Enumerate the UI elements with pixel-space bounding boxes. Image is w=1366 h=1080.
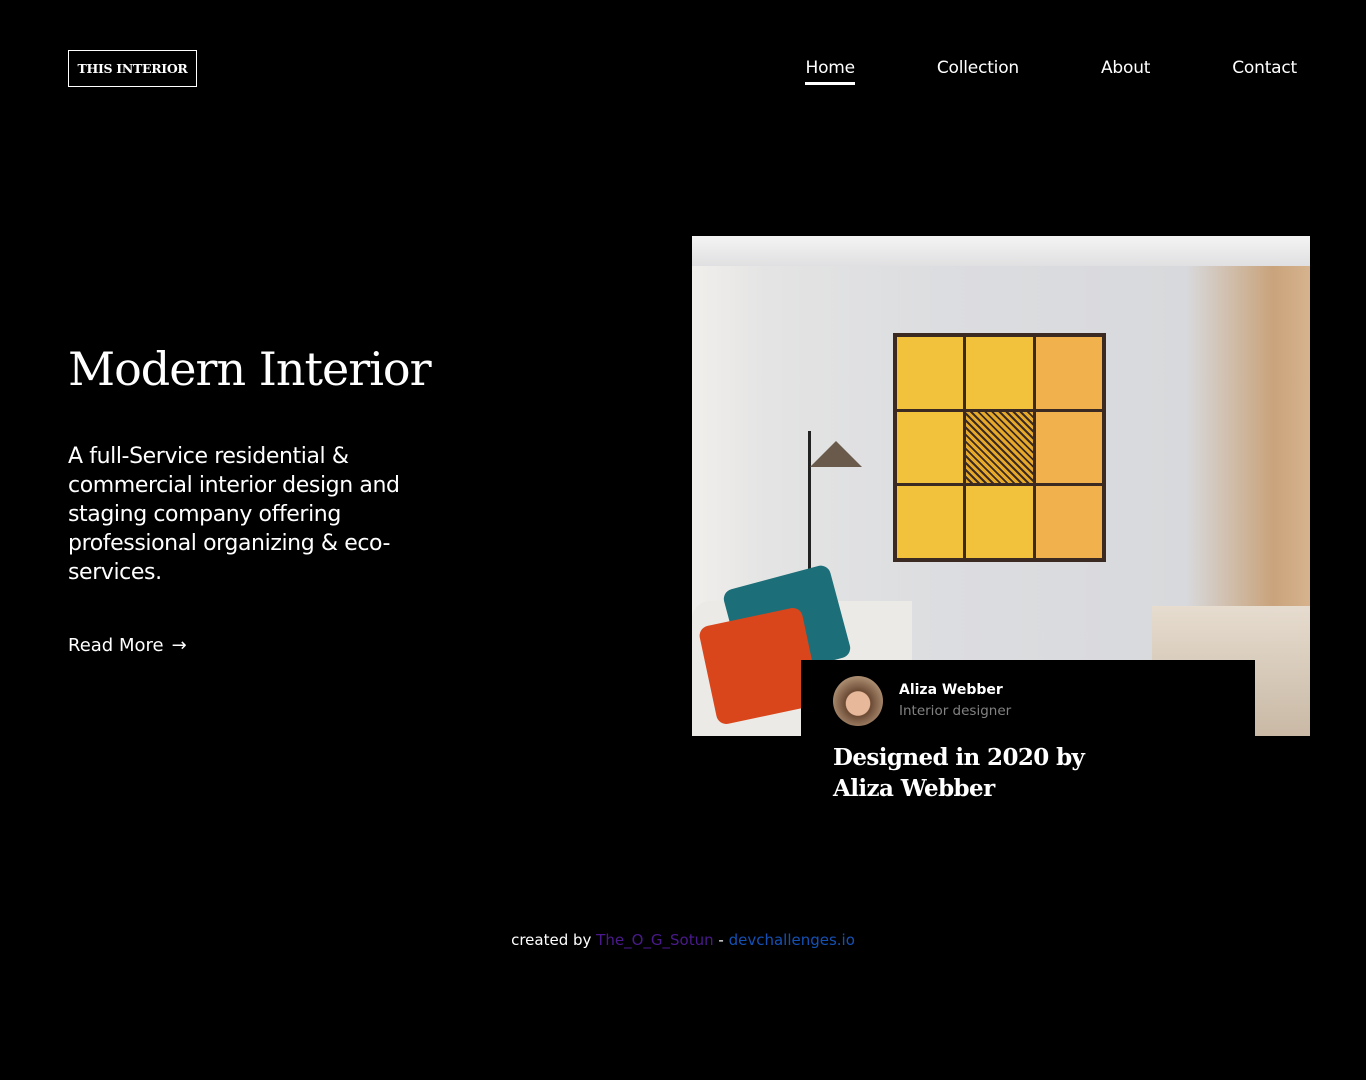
hero-title: Modern Interior xyxy=(68,342,432,396)
designer-card: Aliza Webber Interior designer Designed … xyxy=(801,660,1255,810)
footer: created by The_O_G_Sotun - devchallenges… xyxy=(0,931,1366,949)
hero-description: A full-Service residential & commercial … xyxy=(68,444,400,585)
wall-art xyxy=(893,333,1106,562)
nav-home[interactable]: Home xyxy=(805,58,855,85)
designer-role: Interior designer xyxy=(899,703,1012,719)
footer-prefix: created by xyxy=(511,931,592,949)
nav-contact[interactable]: Contact xyxy=(1232,58,1297,85)
avatar xyxy=(833,676,883,726)
nav-collection[interactable]: Collection xyxy=(937,58,1019,85)
main-nav: Home Collection About Contact xyxy=(805,58,1297,85)
footer-separator: - xyxy=(718,931,724,949)
logo[interactable]: THIS INTERIOR xyxy=(68,50,197,87)
designer-name: Aliza Webber xyxy=(899,682,1003,698)
design-caption: Designed in 2020 by Aliza Webber xyxy=(833,744,1085,802)
arrow-right-icon: → xyxy=(171,635,187,656)
devchallenges-link[interactable]: devchallenges.io xyxy=(729,931,855,949)
author-link[interactable]: The_O_G_Sotun xyxy=(596,931,713,949)
nav-about[interactable]: About xyxy=(1101,58,1150,85)
read-more-link[interactable]: Read More → xyxy=(68,635,187,656)
read-more-label: Read More xyxy=(68,635,164,656)
